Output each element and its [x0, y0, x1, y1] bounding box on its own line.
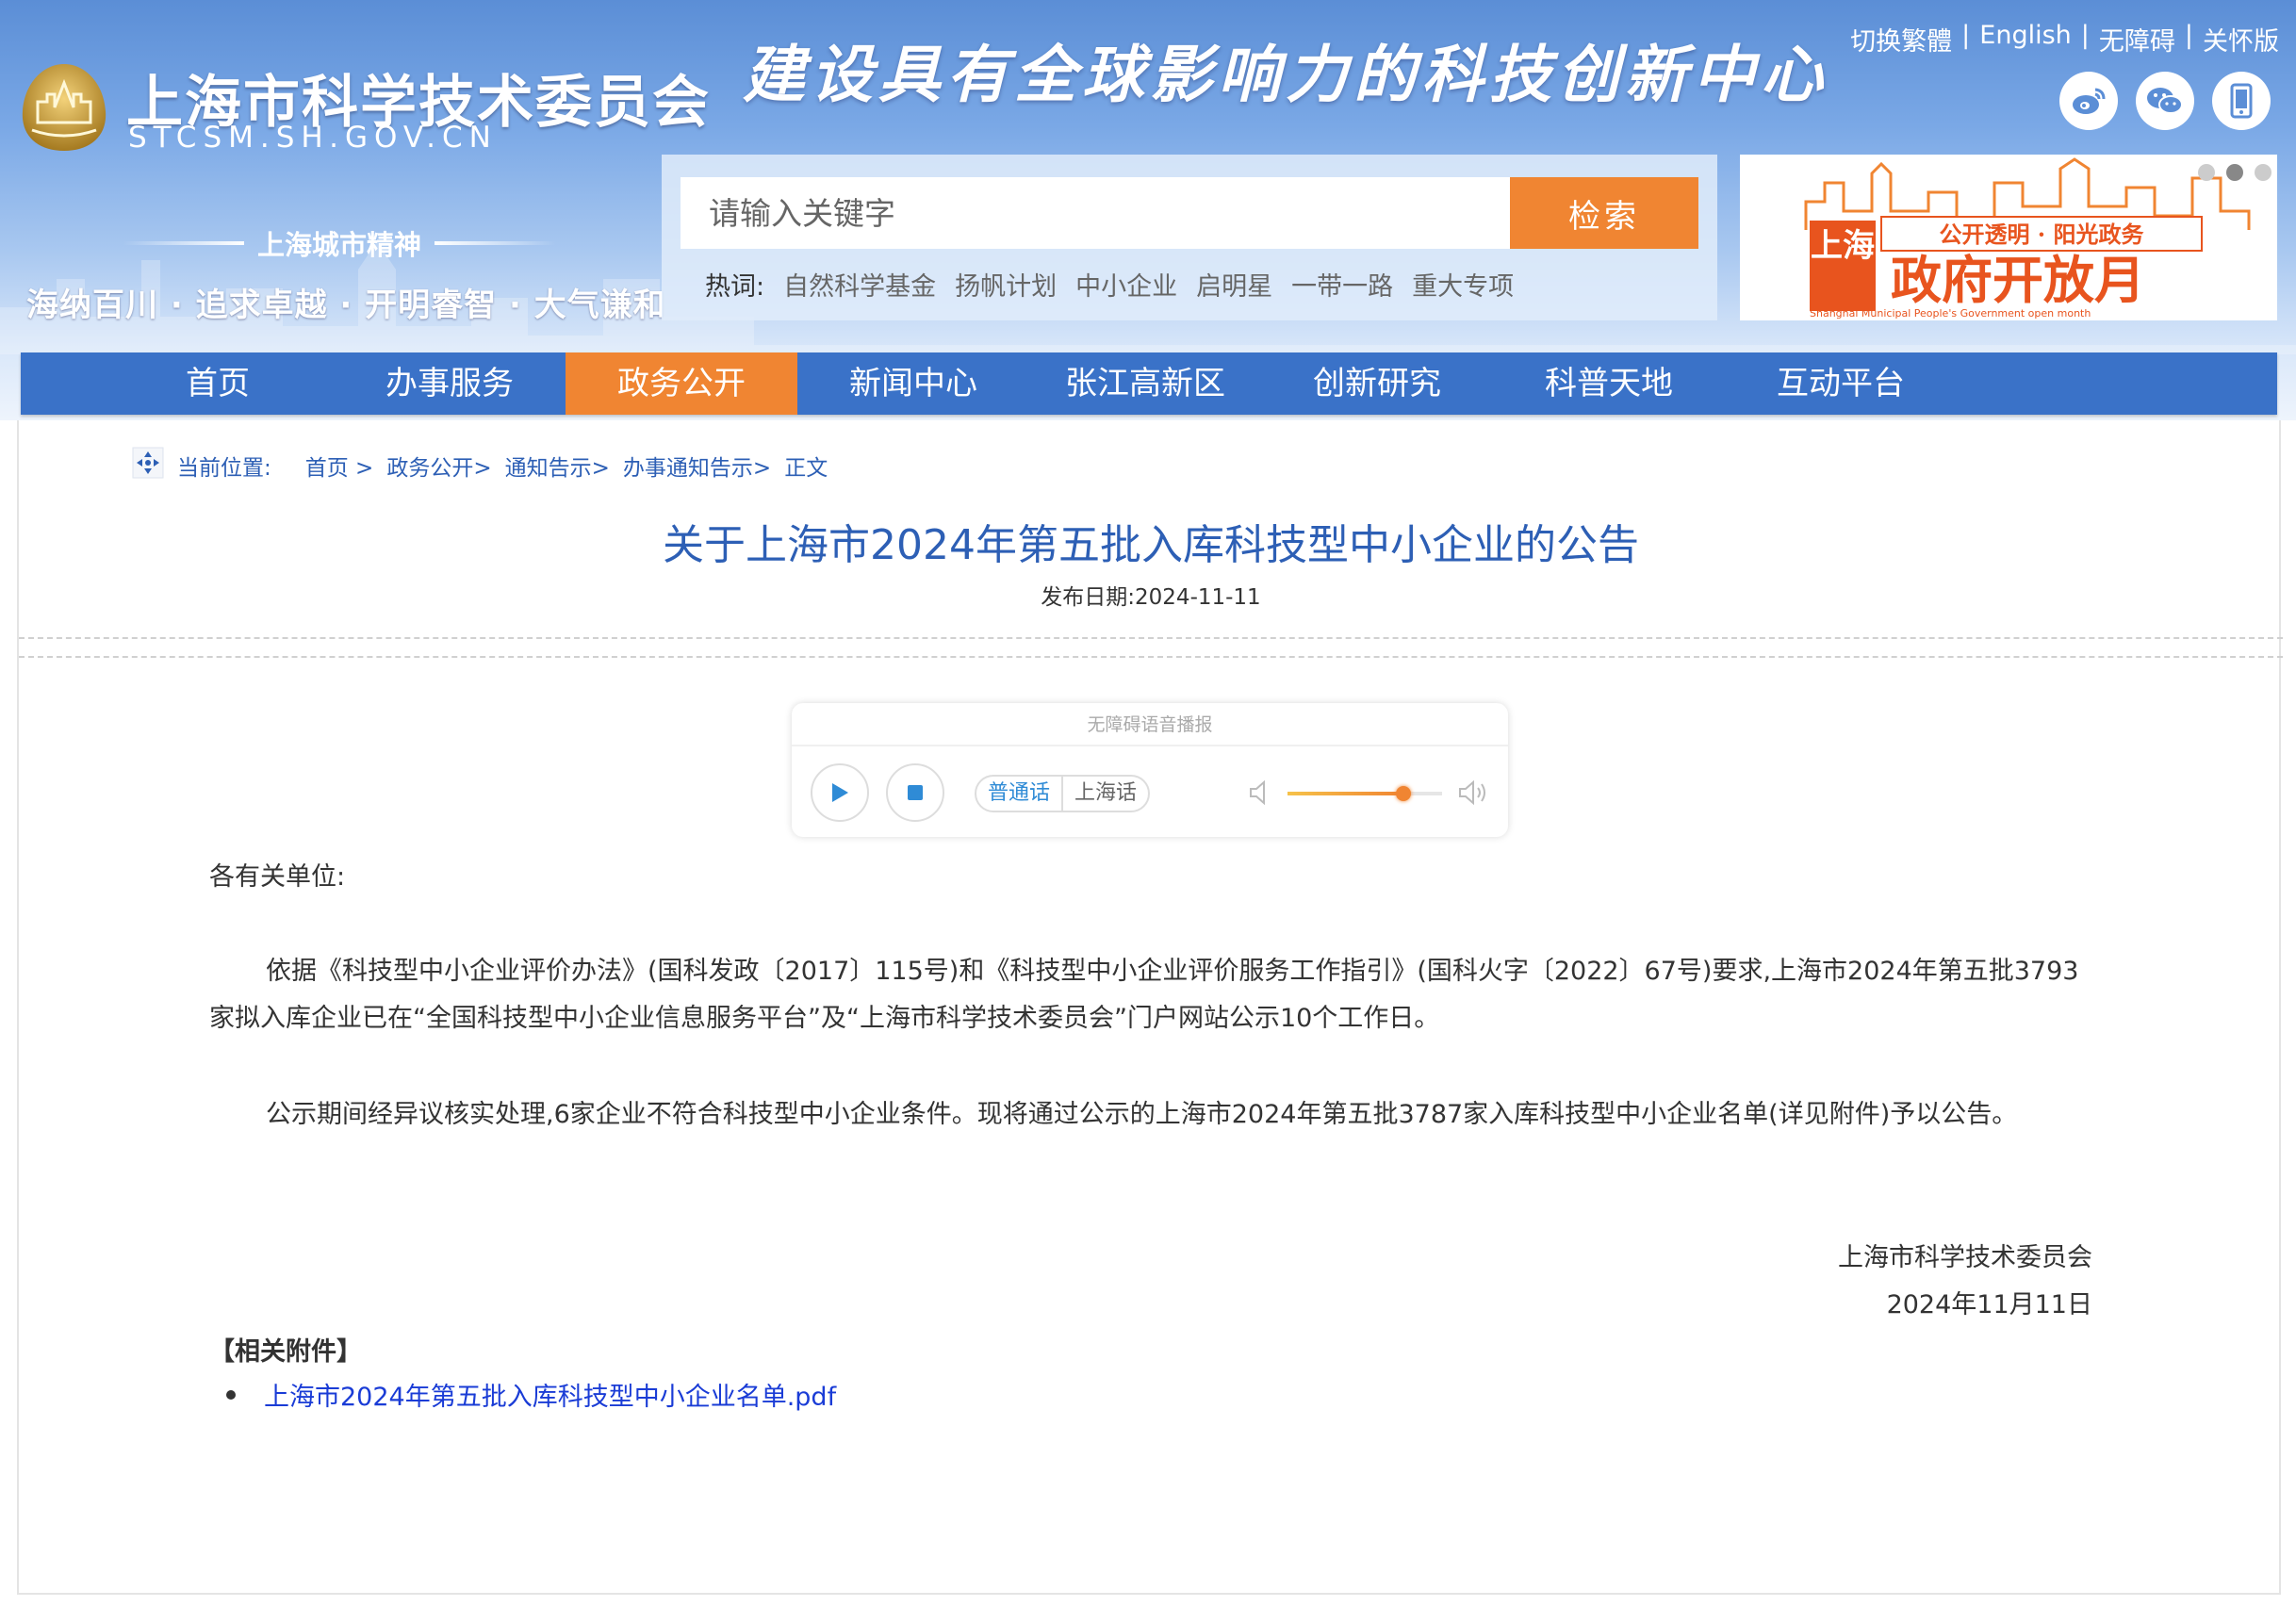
wechat-icon[interactable]	[2136, 72, 2194, 130]
banner-city: 上海	[1811, 227, 1875, 265]
hot-word[interactable]: 扬帆计划	[955, 266, 1057, 303]
search-button[interactable]: 检索	[1510, 177, 1698, 249]
nav-item-home[interactable]: 首页	[102, 352, 334, 415]
separator: |	[1961, 21, 1971, 50]
separator: |	[2184, 21, 2193, 50]
breadcrumb-notices[interactable]: 通知告示>	[505, 450, 610, 482]
nav-item-gov-affairs[interactable]: 政务公开	[566, 352, 797, 415]
separator: |	[2080, 21, 2090, 50]
nav-item-zhangjiang[interactable]: 张江高新区	[1029, 352, 1261, 415]
article-paragraph: 公示期间经异议核实处理,6家企业不符合科技型中小企业条件。现将通过公示的上海市2…	[266, 1100, 2018, 1129]
mobile-icon[interactable]	[2212, 72, 2271, 130]
hot-words: 热词: 自然科学基金 扬帆计划 中小企业 启明星 一带一路 重大专项	[705, 266, 1514, 303]
banner-dot[interactable]	[2255, 164, 2271, 181]
attachment-list: 上海市2024年第五批入库科技型中小企业名单.pdf	[209, 1376, 836, 1413]
divider	[19, 637, 2283, 639]
play-icon	[832, 783, 848, 802]
breadcrumb-current: 正文	[784, 456, 828, 481]
accessibility-link[interactable]: 无障碍	[2099, 21, 2175, 57]
spirit-line-left	[123, 241, 244, 245]
english-link[interactable]: English	[1979, 21, 2072, 57]
player-title: 无障碍语音播报	[792, 703, 1508, 746]
search-input[interactable]	[681, 177, 1510, 249]
top-links: 切换繁體 | English | 无障碍 | 关怀版	[1850, 21, 2279, 57]
main-nav: 首页 办事服务 政务公开 新闻中心 张江高新区 创新研究 科普天地 互动平台	[21, 352, 2277, 415]
banner-dot-active[interactable]	[2226, 164, 2243, 181]
shanghainese-option[interactable]: 上海话	[1063, 777, 1148, 811]
breadcrumb-gov-affairs[interactable]: 政务公开>	[386, 450, 491, 482]
hot-word[interactable]: 重大专项	[1412, 266, 1514, 303]
article-container: 当前位置: 首页 > 政务公开> 通知告示> 办事通知告示> 正文 关于上海市2…	[17, 420, 2283, 1595]
spirit-title-text: 上海城市精神	[257, 229, 422, 261]
play-button[interactable]	[811, 763, 869, 822]
city-spirit-motto: 海纳百川 · 追求卓越 · 开明睿智 · 大气谦和	[26, 287, 666, 324]
location-icon	[132, 447, 164, 484]
stop-icon	[908, 785, 923, 800]
article-paragraph: 依据《科技型中小企业评价办法》(国科发政〔2017〕115号)和《科技型中小企业…	[209, 957, 2079, 1033]
banner-en-text: Shanghai Municipal People's Government o…	[1810, 307, 2091, 320]
attachments-heading: 【相关附件】	[209, 1337, 362, 1367]
breadcrumb-service-notices[interactable]: 办事通知告示>	[623, 450, 771, 482]
volume-high-icon[interactable]	[1457, 778, 1491, 811]
elderly-care-link[interactable]: 关怀版	[2203, 21, 2279, 57]
signature-date: 2024年11月11日	[1886, 1290, 2092, 1319]
audio-player: 无障碍语音播报 普通话 上海话	[792, 703, 1508, 837]
volume-knob[interactable]	[1396, 786, 1411, 801]
banner-main-text: 政府开放月	[1891, 251, 2145, 310]
volume-slider[interactable]	[1287, 786, 1442, 801]
hot-word[interactable]: 自然科学基金	[783, 266, 936, 303]
traditional-chinese-link[interactable]: 切换繁體	[1850, 21, 1952, 57]
nav-item-interaction[interactable]: 互动平台	[1725, 352, 1957, 415]
logo-emblem[interactable]	[17, 60, 111, 155]
dialect-switch: 普通话 上海话	[975, 775, 1151, 812]
banner-dot[interactable]	[2198, 164, 2215, 181]
bullet-icon	[226, 1389, 236, 1400]
banner-top-text: 公开透明 · 阳光政务	[1939, 221, 2144, 248]
signature-org: 上海市科学技术委员会	[1838, 1243, 2092, 1272]
hot-word[interactable]: 一带一路	[1291, 266, 1393, 303]
mandarin-option[interactable]: 普通话	[976, 777, 1064, 811]
hot-words-label: 热词:	[705, 272, 765, 302]
nav-item-services[interactable]: 办事服务	[334, 352, 566, 415]
slogan: 建设具有全球影响力的科技创新中心	[743, 38, 1829, 111]
stop-button[interactable]	[886, 763, 944, 822]
hot-word[interactable]: 启明星	[1196, 266, 1272, 303]
spirit-line-right	[435, 241, 557, 245]
nav-item-news[interactable]: 新闻中心	[797, 352, 1029, 415]
banner-pager	[2198, 164, 2271, 181]
article-title: 关于上海市2024年第五批入库科技型中小企业的公告	[663, 521, 1639, 569]
city-spirit-title: 上海城市精神	[123, 224, 557, 262]
search-panel: 检索 热词: 自然科学基金 扬帆计划 中小企业 启明星 一带一路 重大专项	[662, 155, 1717, 320]
breadcrumb-home[interactable]: 首页 >	[305, 450, 374, 482]
site-domain: STCSM.SH.GOV.CN	[128, 121, 498, 155]
publish-date: 发布日期:2024-11-11	[1041, 585, 1261, 610]
article-greeting: 各有关单位:	[209, 862, 346, 892]
volume-low-icon[interactable]	[1248, 778, 1271, 811]
open-month-banner[interactable]: 上海 公开透明 · 阳光政务 政府开放月 Shanghai Municipal …	[1740, 155, 2277, 320]
volume-fill	[1287, 792, 1403, 795]
divider	[19, 656, 2283, 658]
nav-item-innovation[interactable]: 创新研究	[1261, 352, 1493, 415]
hot-word[interactable]: 中小企业	[1075, 266, 1177, 303]
attachment-link[interactable]: 上海市2024年第五批入库科技型中小企业名单.pdf	[264, 1376, 836, 1413]
weibo-icon[interactable]	[2059, 72, 2118, 130]
banner-graphic: 上海 公开透明 · 阳光政务 政府开放月 Shanghai Municipal …	[1804, 157, 2251, 320]
breadcrumb-label: 当前位置:	[177, 456, 271, 481]
breadcrumb: 当前位置: 首页 > 政务公开> 通知告示> 办事通知告示> 正文	[132, 447, 828, 484]
site-header: 上海市科学技术委员会 STCSM.SH.GOV.CN 建设具有全球影响力的科技创…	[0, 0, 2296, 420]
nav-item-science-pop[interactable]: 科普天地	[1493, 352, 1725, 415]
